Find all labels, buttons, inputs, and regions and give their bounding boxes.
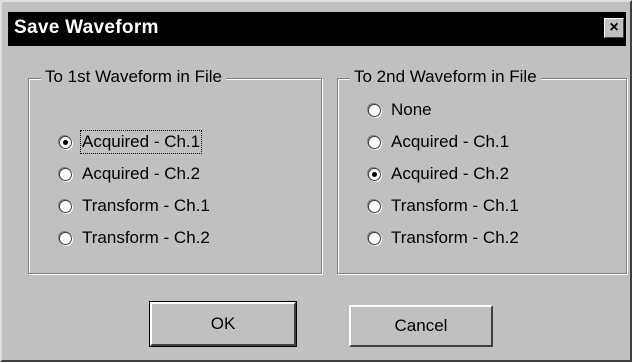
radio-second-none[interactable]: None xyxy=(368,98,432,122)
radio-button-icon[interactable] xyxy=(368,135,381,149)
radio-button-icon[interactable] xyxy=(368,167,381,181)
dialog-title: Save Waveform xyxy=(14,17,159,38)
radio-second-acquired-ch1[interactable]: Acquired - Ch.1 xyxy=(368,130,509,154)
first-waveform-group: To 1st Waveform in File Acquired - Ch.1 … xyxy=(28,67,322,274)
radio-button-icon[interactable] xyxy=(59,135,72,149)
radio-label: Acquired - Ch.1 xyxy=(391,132,510,151)
first-waveform-legend: To 1st Waveform in File xyxy=(41,67,226,87)
radio-label: Transform - Ch.2 xyxy=(391,228,519,247)
radio-button-icon[interactable] xyxy=(368,103,381,117)
second-waveform-group: To 2nd Waveform in File None Acquired - … xyxy=(337,67,627,274)
radio-button-icon[interactable] xyxy=(59,199,72,213)
radio-label: Acquired - Ch.2 xyxy=(391,164,510,183)
close-icon[interactable]: × xyxy=(604,18,624,38)
radio-second-transform-ch1[interactable]: Transform - Ch.1 xyxy=(368,194,519,218)
radio-first-transform-ch2[interactable]: Transform - Ch.2 xyxy=(59,226,210,250)
radio-first-transform-ch1[interactable]: Transform - Ch.1 xyxy=(59,194,210,218)
radio-first-acquired-ch2[interactable]: Acquired - Ch.2 xyxy=(59,162,200,186)
title-bar[interactable]: Save Waveform × xyxy=(8,12,626,46)
radio-label: Transform - Ch.1 xyxy=(82,196,210,215)
cancel-button[interactable]: Cancel xyxy=(349,305,493,347)
radio-button-icon[interactable] xyxy=(59,231,72,245)
radio-button-icon[interactable] xyxy=(368,231,381,245)
radio-second-acquired-ch2[interactable]: Acquired - Ch.2 xyxy=(368,162,509,186)
save-waveform-dialog: Save Waveform × To 1st Waveform in File … xyxy=(0,0,632,362)
second-waveform-legend: To 2nd Waveform in File xyxy=(350,67,541,87)
radio-label: Transform - Ch.2 xyxy=(82,228,210,247)
radio-first-acquired-ch1[interactable]: Acquired - Ch.1 xyxy=(59,130,203,154)
radio-label: None xyxy=(391,100,432,119)
radio-label: Acquired - Ch.2 xyxy=(82,164,201,183)
radio-second-transform-ch2[interactable]: Transform - Ch.2 xyxy=(368,226,519,250)
radio-button-icon[interactable] xyxy=(368,199,381,213)
radio-label: Acquired - Ch.1 xyxy=(79,130,203,154)
radio-label: Transform - Ch.1 xyxy=(391,196,519,215)
ok-button[interactable]: OK xyxy=(149,301,297,347)
radio-button-icon[interactable] xyxy=(59,167,72,181)
